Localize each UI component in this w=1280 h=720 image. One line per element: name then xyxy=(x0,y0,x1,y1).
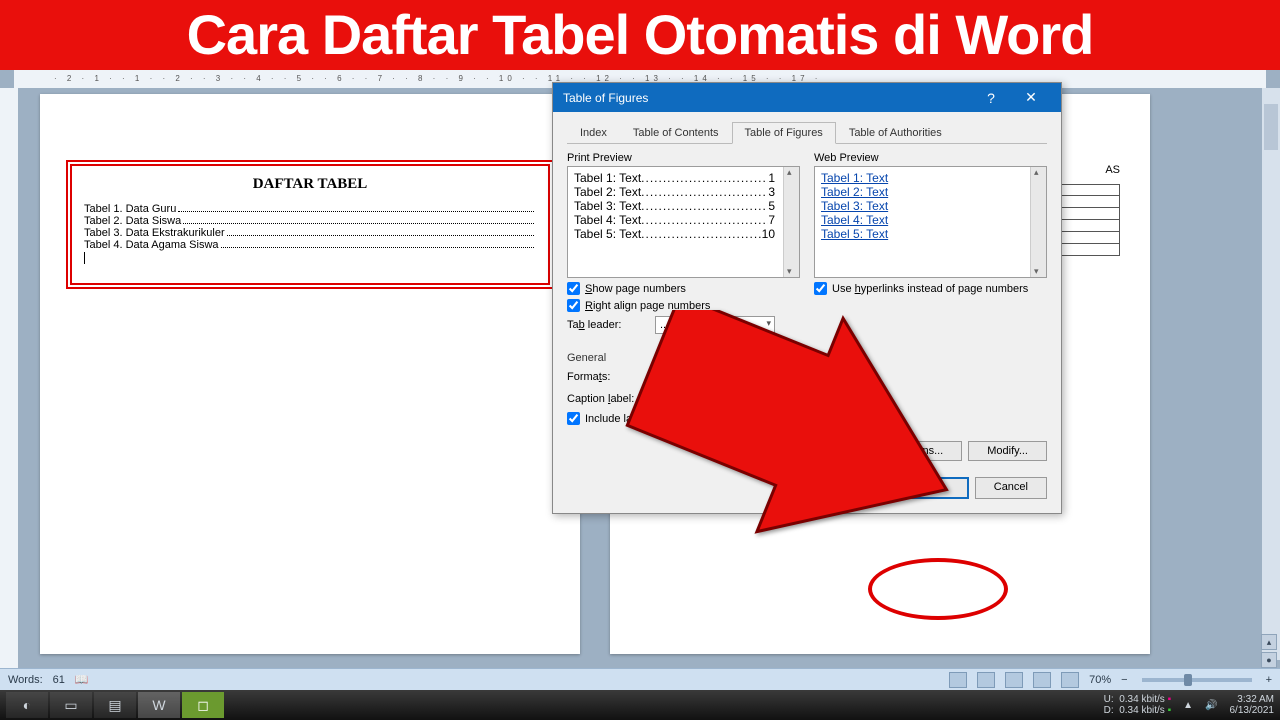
view-web-layout-icon[interactable] xyxy=(1005,672,1023,688)
tab-table-of-authorities[interactable]: Table of Authorities xyxy=(836,122,955,143)
tray-up-icon[interactable]: ▲ xyxy=(1183,700,1193,711)
taskbar-chrome-icon[interactable]: ◐ xyxy=(6,692,48,718)
tray-clock[interactable]: 3:32 AM 6/13/2021 xyxy=(1230,694,1275,716)
web-preview-link[interactable]: Tabel 5: Text xyxy=(821,227,1040,241)
windows-taskbar: ◐ ▭ ▤ W ◻ U: 0.34 kbit/s ▪ D: 0.34 kbit/… xyxy=(0,690,1280,720)
dialog-titlebar[interactable]: Table of Figures ? ✕ xyxy=(553,83,1061,112)
word-status-bar: Words: 61 📖 70% − + xyxy=(0,668,1280,690)
dialog-tabs: Index Table of Contents Table of Figures… xyxy=(567,122,1047,144)
vertical-scrollbar[interactable] xyxy=(1262,88,1280,660)
taskbar-explorer-icon[interactable]: ▭ xyxy=(50,692,92,718)
web-preview-link[interactable]: Tabel 1: Text xyxy=(821,171,1040,185)
page2-header-text: AS xyxy=(1105,164,1120,176)
status-words-count[interactable]: 61 xyxy=(53,674,65,686)
zoom-slider[interactable] xyxy=(1142,678,1252,682)
include-label-checkbox[interactable]: Include label and number xyxy=(567,412,1047,425)
taskbar-camtasia-icon[interactable]: ◻ xyxy=(182,692,224,718)
page2-table-stub xyxy=(1060,184,1120,256)
modify-button[interactable]: Modify... xyxy=(968,441,1047,461)
daftar-tabel-heading: DAFTAR TABEL xyxy=(84,176,536,193)
toc-row: Tabel 3. Data Ekstrakurikuler xyxy=(84,227,536,239)
show-page-numbers-checkbox[interactable]: Show page numbers xyxy=(567,282,800,295)
web-preview-box: Tabel 1: Text Tabel 2: Text Tabel 3: Tex… xyxy=(814,166,1047,278)
view-print-layout-icon[interactable] xyxy=(949,672,967,688)
toc-row: Tabel 2. Data Siswa xyxy=(84,215,536,227)
taskbar-word-icon[interactable]: W xyxy=(138,692,180,718)
prev-page-icon[interactable]: ▴ xyxy=(1261,634,1277,650)
formats-select[interactable]: From tem xyxy=(655,368,775,386)
preview-scrollbar[interactable] xyxy=(1030,167,1046,277)
view-outline-icon[interactable] xyxy=(1033,672,1051,688)
daftar-tabel-box: DAFTAR TABEL Tabel 1. Data Guru Tabel 2.… xyxy=(70,164,550,285)
formats-label: Formats: xyxy=(567,371,647,383)
tab-leader-label: Tab leader: xyxy=(567,319,647,331)
view-draft-icon[interactable] xyxy=(1061,672,1079,688)
zoom-out-button[interactable]: − xyxy=(1121,674,1127,686)
help-button[interactable]: ? xyxy=(971,90,1011,106)
tab-table-of-contents[interactable]: Table of Contents xyxy=(620,122,732,143)
zoom-in-button[interactable]: + xyxy=(1266,674,1272,686)
view-fullscreen-icon[interactable] xyxy=(977,672,995,688)
toc-row: Tabel 4. Data Agama Siswa xyxy=(84,239,536,251)
caption-label-label: Caption label: xyxy=(567,393,647,405)
title-banner: Cara Daftar Tabel Otomatis di Word xyxy=(0,0,1280,70)
zoom-percent[interactable]: 70% xyxy=(1089,674,1111,686)
use-hyperlinks-checkbox[interactable]: Use hyperlinks instead of page numbers xyxy=(814,282,1047,295)
table-of-figures-dialog: Table of Figures ? ✕ Index Table of Cont… xyxy=(552,82,1062,514)
options-button[interactable]: Options... xyxy=(877,441,962,461)
status-words-label: Words: xyxy=(8,674,43,686)
print-preview-box: Tabel 1: Text...........................… xyxy=(567,166,800,278)
tray-volume-icon[interactable]: 🔊 xyxy=(1205,700,1217,711)
preview-scrollbar[interactable] xyxy=(783,167,799,277)
web-preview-link[interactable]: Tabel 3: Text xyxy=(821,199,1040,213)
ok-button[interactable]: OK xyxy=(899,477,969,499)
vertical-ruler xyxy=(0,88,18,690)
taskbar-app-icon[interactable]: ▤ xyxy=(94,692,136,718)
text-cursor xyxy=(84,252,85,264)
browse-object-icon[interactable]: ● xyxy=(1261,652,1277,668)
tab-table-of-figures[interactable]: Table of Figures xyxy=(732,122,836,144)
print-preview-label: Print Preview xyxy=(567,152,800,164)
web-preview-link[interactable]: Tabel 4: Text xyxy=(821,213,1040,227)
caption-label-select[interactable]: Tabel xyxy=(655,390,775,408)
network-meter: U: 0.34 kbit/s ▪ D: 0.34 kbit/s ▪ xyxy=(1104,694,1171,716)
general-group-label: General xyxy=(567,352,1047,364)
web-preview-link[interactable]: Tabel 2: Text xyxy=(821,185,1040,199)
document-page-1[interactable]: DAFTAR TABEL Tabel 1. Data Guru Tabel 2.… xyxy=(40,94,580,654)
close-button[interactable]: ✕ xyxy=(1011,89,1051,106)
tab-index[interactable]: Index xyxy=(567,122,620,143)
proofing-icon[interactable]: 📖 xyxy=(75,673,89,686)
web-preview-label: Web Preview xyxy=(814,152,1047,164)
dialog-title-text: Table of Figures xyxy=(563,91,971,105)
cancel-button[interactable]: Cancel xyxy=(975,477,1047,499)
right-align-checkbox[interactable]: Right align page numbers xyxy=(567,299,800,312)
tab-leader-select[interactable]: ....... xyxy=(655,316,775,334)
toc-row: Tabel 1. Data Guru xyxy=(84,203,536,215)
